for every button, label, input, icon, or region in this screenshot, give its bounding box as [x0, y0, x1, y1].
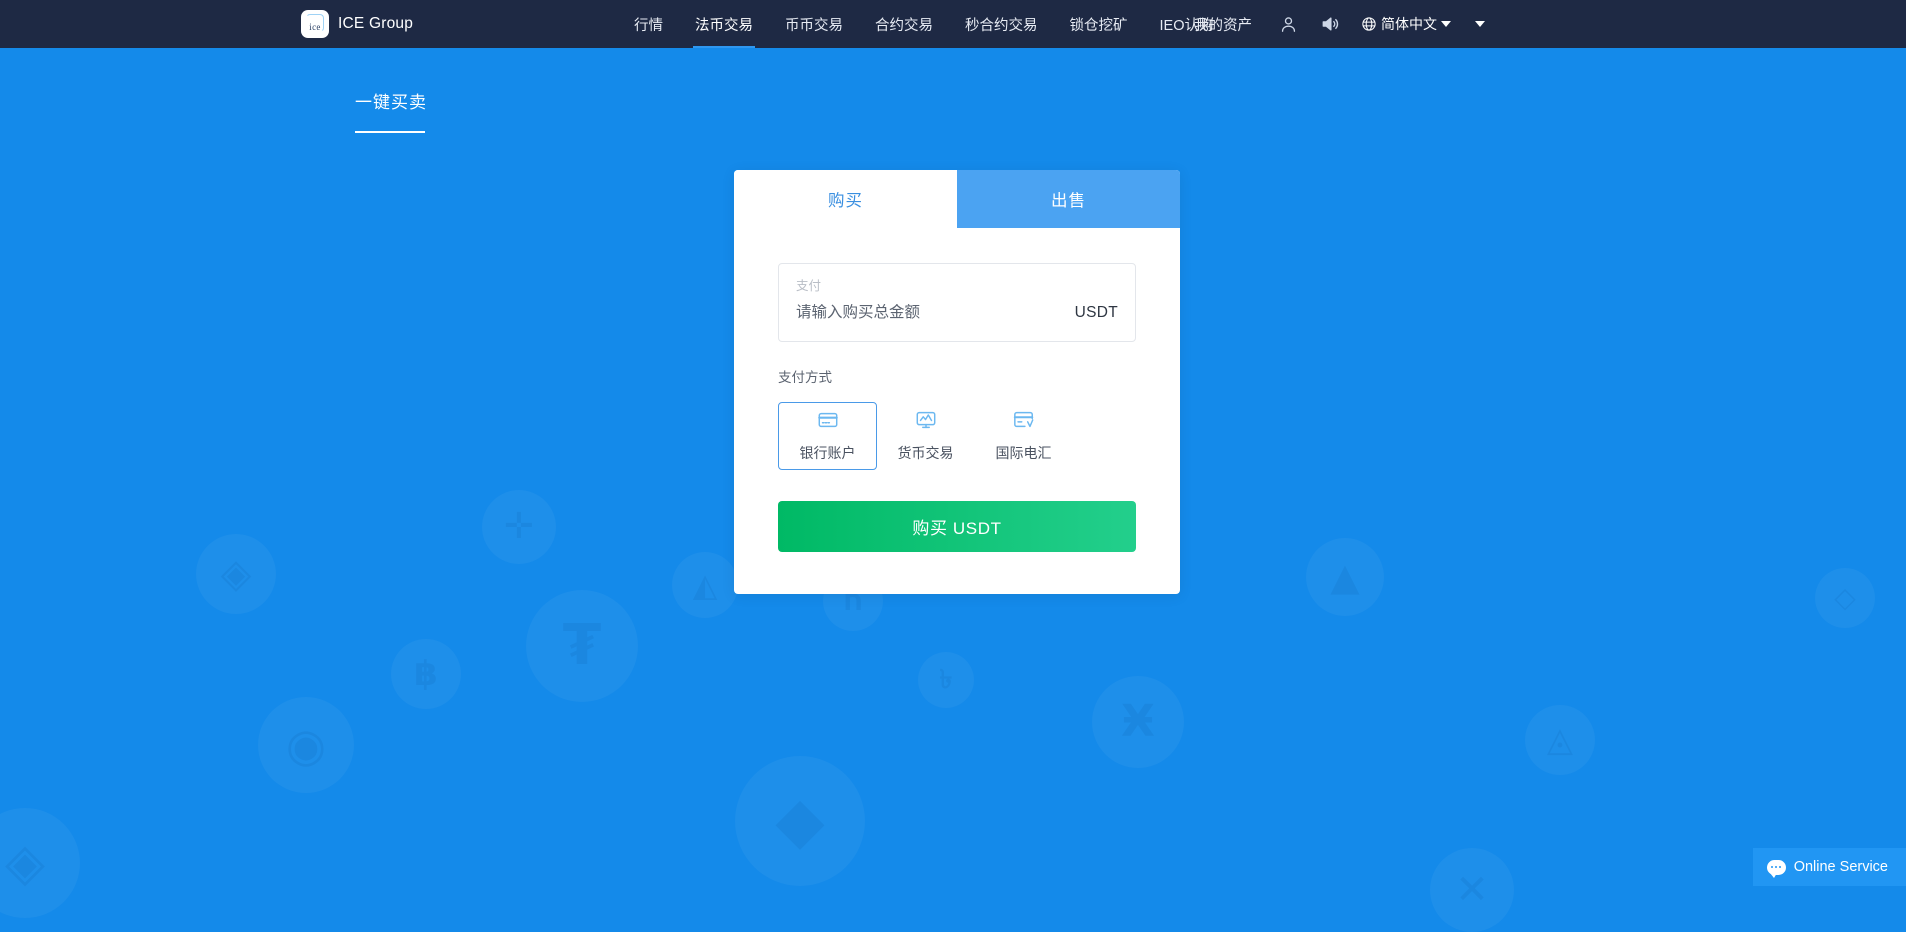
payment-method-label-text: 银行账户	[799, 445, 856, 461]
chat-bubble-icon	[1766, 859, 1786, 878]
coin-badge: ◆	[735, 756, 865, 886]
language-selector[interactable]: 简体中文	[1351, 0, 1459, 48]
payment-method-label-text: 国际电汇	[995, 445, 1052, 461]
coin-badge: ▲	[1306, 538, 1384, 616]
nav-item-label: 秒合约交易	[965, 17, 1038, 34]
coin-badge: ◉	[258, 697, 354, 793]
trade-card: 购买 出售 支付 USDT 支付方式	[734, 170, 1180, 594]
tab-buy-label: 购买	[828, 192, 863, 210]
amount-row: USDT	[796, 304, 1118, 322]
chevron-down-icon	[1475, 21, 1485, 27]
payment-method-list: 银行账户 货币交易 国际电汇	[778, 402, 1136, 470]
tab-sell[interactable]: 出售	[957, 170, 1180, 228]
coin-badge: ✕	[1430, 848, 1514, 932]
nav-item-label: 我的资产	[1194, 17, 1252, 34]
coin-badge: ◭	[672, 552, 738, 618]
user-icon[interactable]	[1268, 0, 1309, 48]
nav-item-market[interactable]: 行情	[618, 0, 679, 48]
language-label: 简体中文	[1381, 16, 1437, 32]
nav-item-lock-mining[interactable]: 锁仓挖矿	[1054, 0, 1144, 48]
coin-badge: ✛	[482, 490, 556, 564]
nav-item-contract-trading[interactable]: 合约交易	[859, 0, 949, 48]
card-tabs: 购买 出售	[734, 170, 1180, 228]
payment-method-wire-transfer[interactable]: 国际电汇	[974, 402, 1073, 470]
coin-badge: ◈	[0, 808, 80, 918]
nav-item-label: 币币交易	[785, 17, 843, 34]
amount-field-label: 支付	[796, 279, 822, 293]
nav-item-label: 合约交易	[875, 17, 933, 34]
coin-badge: Ӿ	[1092, 676, 1184, 768]
tab-sell-label: 出售	[1051, 192, 1086, 210]
nav-overflow-toggle[interactable]	[1459, 0, 1501, 48]
primary-nav: 行情 法币交易 币币交易 合约交易 秒合约交易 锁仓挖矿 IEO认购	[618, 0, 1229, 48]
amount-unit-label: USDT	[1074, 304, 1118, 321]
coin-badge: ₮	[526, 590, 638, 702]
card-body: 支付 USDT 支付方式 银行账户	[734, 263, 1180, 470]
nav-item-coin-trading[interactable]: 币币交易	[769, 0, 859, 48]
amount-input[interactable]	[796, 304, 1063, 322]
monitor-chart-icon	[915, 409, 937, 436]
globe-icon	[1362, 17, 1376, 31]
buy-usdt-button[interactable]: 购买 USDT	[778, 501, 1136, 552]
amount-field[interactable]: 支付 USDT	[778, 263, 1136, 342]
coin-badge: ◇	[1815, 568, 1875, 628]
ice-logo-icon: ice	[301, 10, 329, 38]
nav-item-my-assets[interactable]: 我的资产	[1178, 0, 1268, 48]
nav-item-seconds-contract[interactable]: 秒合约交易	[949, 0, 1054, 48]
payment-method-label: 支付方式	[778, 370, 832, 385]
brand-logo-link[interactable]: ice ICE Group	[301, 0, 413, 48]
nav-item-label: 锁仓挖矿	[1069, 17, 1128, 34]
top-navbar: ice ICE Group 行情 法币交易 币币交易 合约交易 秒合约交易 锁仓…	[0, 0, 1906, 48]
speaker-icon[interactable]	[1309, 0, 1351, 48]
chevron-down-icon	[1441, 21, 1451, 27]
page-tab-underline	[355, 131, 425, 133]
nav-item-fiat-trading[interactable]: 法币交易	[679, 0, 769, 48]
credit-card-icon	[817, 409, 839, 436]
payment-method-currency-trade[interactable]: 货币交易	[876, 402, 975, 470]
nav-item-label: 行情	[634, 17, 663, 34]
online-service-label: Online Service	[1793, 859, 1888, 875]
payment-method-label-text: 货币交易	[897, 445, 954, 461]
logo-text: ice	[309, 21, 321, 32]
online-service-button[interactable]: Online Service	[1752, 848, 1906, 886]
brand-name: ICE Group	[338, 15, 414, 32]
coin-badge: ◬	[1525, 705, 1595, 775]
payment-method-bank-account[interactable]: 银行账户	[778, 402, 877, 470]
nav-right-group: 我的资产 简体中文	[1178, 0, 1501, 48]
coin-badge: ◈	[196, 534, 276, 614]
tab-buy[interactable]: 购买	[734, 170, 957, 228]
page-tab-one-click-trade[interactable]: 一键买卖	[355, 88, 427, 133]
card-transfer-icon	[1013, 409, 1035, 436]
coin-badge: ৳	[918, 652, 974, 708]
coin-badge: ฿	[391, 639, 461, 709]
nav-item-label: 法币交易	[695, 17, 753, 34]
page-title: 一键买卖	[355, 93, 427, 112]
